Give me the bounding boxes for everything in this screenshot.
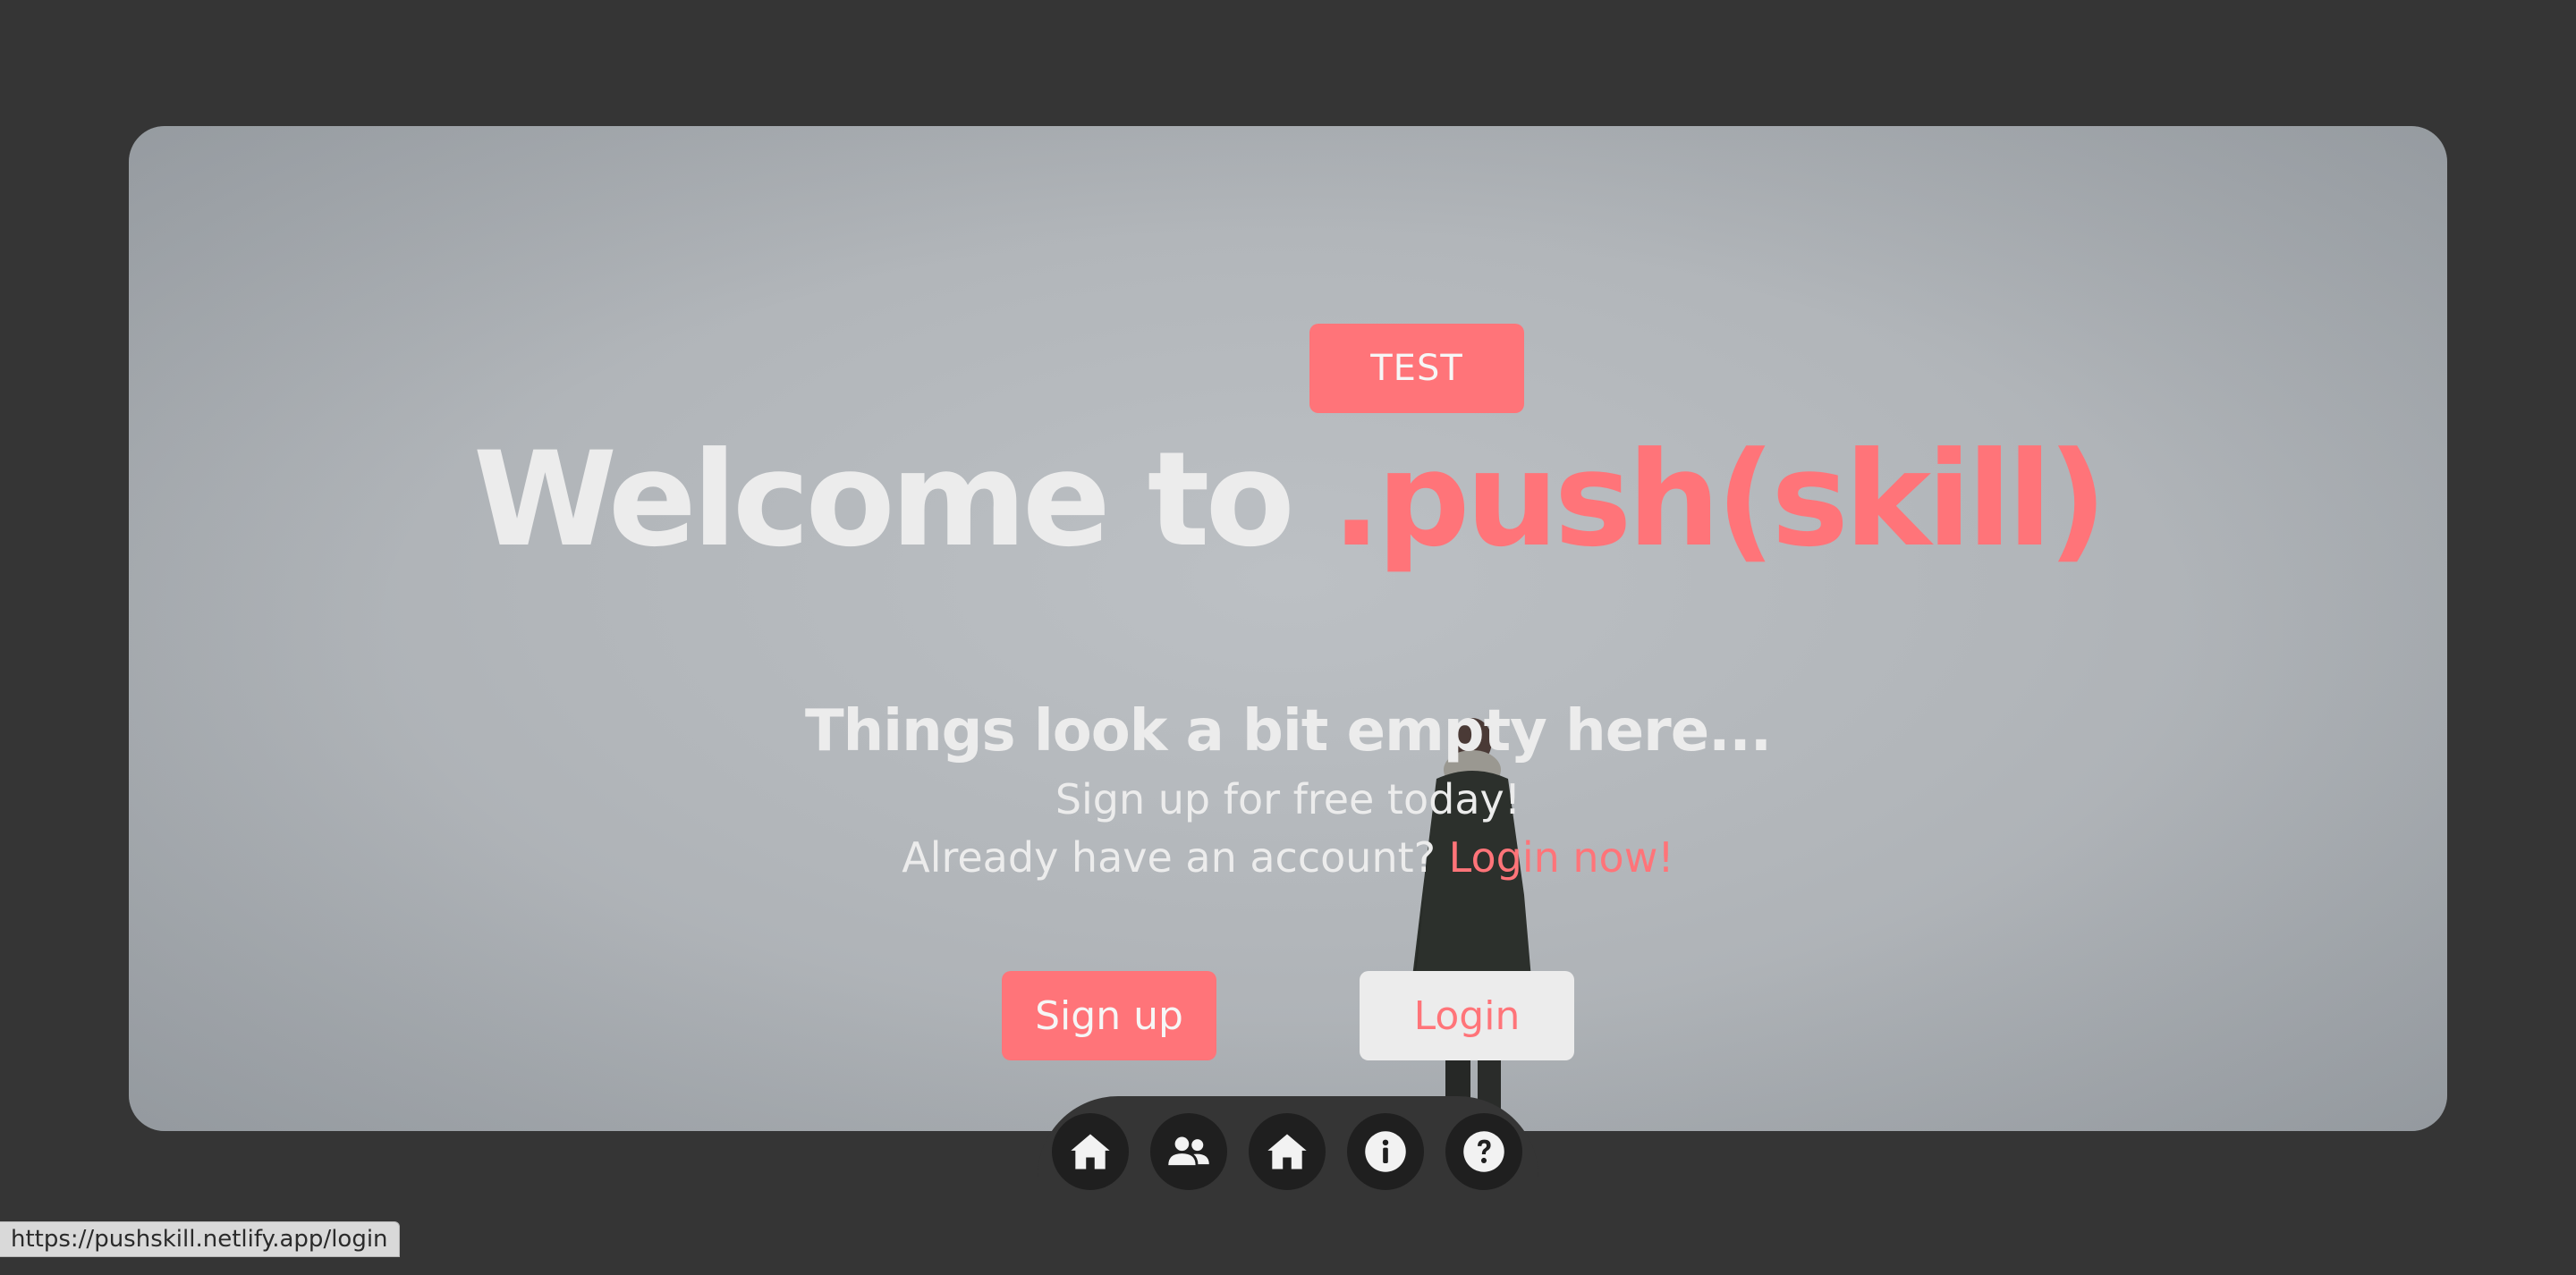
- signup-prompt: Sign up for free today!: [1055, 775, 1521, 823]
- users-icon: [1168, 1136, 1209, 1166]
- login-now-link[interactable]: Login now!: [1449, 833, 1674, 882]
- account-prompt: Already have an account? Login now!: [129, 833, 2447, 882]
- nav-home-button[interactable]: [1052, 1113, 1129, 1190]
- empty-state-title: Things look a bit empty here...: [804, 698, 1772, 764]
- brand-name: .push(skill): [1331, 424, 2107, 576]
- nav-users-button[interactable]: [1150, 1113, 1227, 1190]
- page-title: Welcome to .push(skill): [129, 428, 2447, 571]
- info-icon: [1365, 1131, 1406, 1172]
- help-icon: [1463, 1131, 1504, 1172]
- home-icon: [1267, 1134, 1307, 1169]
- test-tag-label: TEST: [1370, 348, 1463, 389]
- status-bar-url: https://pushskill.netlify.app/login: [0, 1221, 400, 1257]
- title-prefix: Welcome to: [472, 424, 1332, 576]
- hero-panel: TEST Welcome to .push(skill) Things look…: [129, 126, 2447, 1131]
- signup-button[interactable]: Sign up: [1002, 971, 1216, 1060]
- hero-background-vignette: [129, 126, 2447, 1131]
- test-tag-button[interactable]: TEST: [1309, 324, 1524, 413]
- home-icon: [1071, 1134, 1110, 1169]
- nav-help-button[interactable]: [1445, 1113, 1522, 1190]
- nav-info-button[interactable]: [1347, 1113, 1424, 1190]
- account-question: Already have an account?: [902, 833, 1449, 882]
- nav-home-button-2[interactable]: [1249, 1113, 1326, 1190]
- login-button[interactable]: Login: [1360, 971, 1574, 1060]
